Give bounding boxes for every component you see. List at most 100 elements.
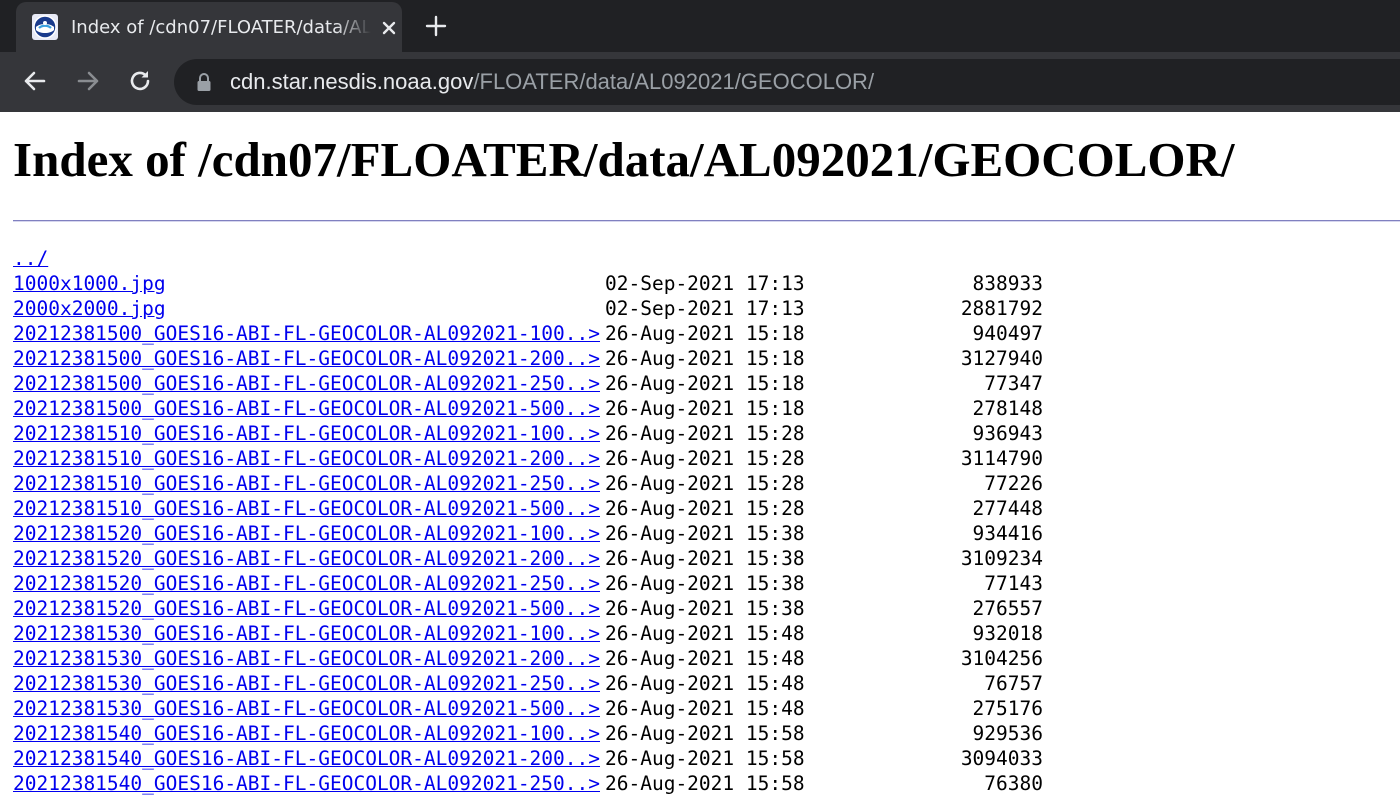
list-item: 20212381530_GOES16-ABI-FL-GEOCOLOR-AL092…: [13, 696, 1043, 721]
file-link[interactable]: 20212381520_GOES16-ABI-FL-GEOCOLOR-AL092…: [13, 546, 600, 571]
file-link[interactable]: 20212381520_GOES16-ABI-FL-GEOCOLOR-AL092…: [13, 521, 600, 546]
file-size: 3127940: [960, 347, 1043, 370]
file-link[interactable]: ../: [13, 246, 48, 271]
file-size: 277448: [972, 497, 1043, 520]
lock-icon[interactable]: [196, 72, 212, 92]
directory-listing: ../1000x1000.jpg 02-Sep-2021 17:13 838933 2…: [13, 246, 1043, 796]
file-link[interactable]: 20212381520_GOES16-ABI-FL-GEOCOLOR-AL092…: [13, 571, 600, 596]
list-item: 20212381520_GOES16-ABI-FL-GEOCOLOR-AL092…: [13, 546, 1043, 571]
list-item: 20212381510_GOES16-ABI-FL-GEOCOLOR-AL092…: [13, 471, 1043, 496]
file-size: 77226: [984, 472, 1043, 495]
noaa-logo-icon: [32, 14, 58, 40]
file-date: 26-Aug-2021 15:28: [605, 472, 805, 495]
file-size: 936943: [972, 422, 1043, 445]
file-link[interactable]: 20212381500_GOES16-ABI-FL-GEOCOLOR-AL092…: [13, 321, 600, 346]
file-date: 26-Aug-2021 15:38: [605, 547, 805, 570]
list-item: 20212381520_GOES16-ABI-FL-GEOCOLOR-AL092…: [13, 596, 1043, 621]
list-item: 20212381500_GOES16-ABI-FL-GEOCOLOR-AL092…: [13, 321, 1043, 346]
list-item: 20212381520_GOES16-ABI-FL-GEOCOLOR-AL092…: [13, 521, 1043, 546]
file-date: 26-Aug-2021 15:48: [605, 647, 805, 670]
address-bar[interactable]: cdn.star.nesdis.noaa.gov/FLOATER/data/AL…: [174, 59, 1400, 105]
list-item: 20212381520_GOES16-ABI-FL-GEOCOLOR-AL092…: [13, 571, 1043, 596]
list-item: 20212381530_GOES16-ABI-FL-GEOCOLOR-AL092…: [13, 621, 1043, 646]
file-link[interactable]: 20212381530_GOES16-ABI-FL-GEOCOLOR-AL092…: [13, 621, 600, 646]
file-link[interactable]: 20212381540_GOES16-ABI-FL-GEOCOLOR-AL092…: [13, 721, 600, 746]
list-item: 20212381500_GOES16-ABI-FL-GEOCOLOR-AL092…: [13, 371, 1043, 396]
file-date: 02-Sep-2021 17:13: [605, 297, 805, 320]
browser-toolbar: cdn.star.nesdis.noaa.gov/FLOATER/data/AL…: [0, 52, 1400, 112]
list-item: 2000x2000.jpg 02-Sep-2021 17:13 2881792: [13, 296, 1043, 321]
tab-strip: Index of /cdn07/FLOATER/data/AL092021/GE…: [0, 0, 1400, 52]
page-title: Index of /cdn07/FLOATER/data/AL092021/GE…: [13, 132, 1235, 187]
file-link[interactable]: 20212381530_GOES16-ABI-FL-GEOCOLOR-AL092…: [13, 696, 600, 721]
file-date: 26-Aug-2021 15:18: [605, 347, 805, 370]
file-link[interactable]: 20212381540_GOES16-ABI-FL-GEOCOLOR-AL092…: [13, 746, 600, 771]
list-item: 20212381500_GOES16-ABI-FL-GEOCOLOR-AL092…: [13, 346, 1043, 371]
list-item: 20212381510_GOES16-ABI-FL-GEOCOLOR-AL092…: [13, 421, 1043, 446]
url-path: /FLOATER/data/AL092021/GEOCOLOR/: [473, 69, 875, 94]
file-size: 932018: [972, 622, 1043, 645]
file-size: 76757: [984, 672, 1043, 695]
list-item: 20212381510_GOES16-ABI-FL-GEOCOLOR-AL092…: [13, 496, 1043, 521]
plus-icon[interactable]: [424, 14, 448, 38]
file-link[interactable]: 20212381530_GOES16-ABI-FL-GEOCOLOR-AL092…: [13, 671, 600, 696]
file-date: 26-Aug-2021 15:58: [605, 747, 805, 770]
file-size: 77347: [984, 372, 1043, 395]
arrow-left-icon[interactable]: [22, 68, 48, 94]
browser-chrome: Index of /cdn07/FLOATER/data/AL092021/GE…: [0, 0, 1400, 112]
list-item: 20212381530_GOES16-ABI-FL-GEOCOLOR-AL092…: [13, 671, 1043, 696]
list-item: 20212381540_GOES16-ABI-FL-GEOCOLOR-AL092…: [13, 721, 1043, 746]
file-size: 2881792: [960, 297, 1043, 320]
file-size: 278148: [972, 397, 1043, 420]
file-date: 02-Sep-2021 17:13: [605, 272, 805, 295]
list-item: 20212381530_GOES16-ABI-FL-GEOCOLOR-AL092…: [13, 646, 1043, 671]
file-link[interactable]: 2000x2000.jpg: [13, 296, 166, 321]
file-date: 26-Aug-2021 15:28: [605, 497, 805, 520]
list-item: 20212381540_GOES16-ABI-FL-GEOCOLOR-AL092…: [13, 746, 1043, 771]
file-size: 3114790: [960, 447, 1043, 470]
file-link[interactable]: 20212381530_GOES16-ABI-FL-GEOCOLOR-AL092…: [13, 646, 600, 671]
file-size: 76380: [984, 772, 1043, 795]
file-date: 26-Aug-2021 15:48: [605, 697, 805, 720]
file-date: 26-Aug-2021 15:48: [605, 672, 805, 695]
file-link[interactable]: 20212381540_GOES16-ABI-FL-GEOCOLOR-AL092…: [13, 771, 600, 796]
file-size: 929536: [972, 722, 1043, 745]
file-link[interactable]: 20212381500_GOES16-ABI-FL-GEOCOLOR-AL092…: [13, 346, 600, 371]
list-item: 1000x1000.jpg 02-Sep-2021 17:13 838933: [13, 271, 1043, 296]
file-link[interactable]: 20212381500_GOES16-ABI-FL-GEOCOLOR-AL092…: [13, 371, 600, 396]
file-link[interactable]: 20212381510_GOES16-ABI-FL-GEOCOLOR-AL092…: [13, 496, 600, 521]
list-item: 20212381510_GOES16-ABI-FL-GEOCOLOR-AL092…: [13, 446, 1043, 471]
close-icon[interactable]: [378, 17, 400, 39]
file-date: 26-Aug-2021 15:18: [605, 397, 805, 420]
reload-icon[interactable]: [127, 68, 153, 94]
file-link[interactable]: 1000x1000.jpg: [13, 271, 166, 296]
url-text: cdn.star.nesdis.noaa.gov/FLOATER/data/AL…: [230, 70, 874, 94]
file-date: 26-Aug-2021 15:58: [605, 772, 805, 795]
arrow-right-icon[interactable]: [75, 68, 101, 94]
file-date: 26-Aug-2021 15:28: [605, 422, 805, 445]
file-link[interactable]: 20212381520_GOES16-ABI-FL-GEOCOLOR-AL092…: [13, 596, 600, 621]
file-size: 3104256: [960, 647, 1043, 670]
file-link[interactable]: 20212381510_GOES16-ABI-FL-GEOCOLOR-AL092…: [13, 446, 600, 471]
file-date: 26-Aug-2021 15:28: [605, 447, 805, 470]
file-size: 934416: [972, 522, 1043, 545]
browser-tab[interactable]: Index of /cdn07/FLOATER/data/AL092021/GE…: [16, 2, 402, 52]
file-date: 26-Aug-2021 15:38: [605, 597, 805, 620]
file-size: 838933: [972, 272, 1043, 295]
tab-title: Index of /cdn07/FLOATER/data/AL092021/GE…: [71, 17, 371, 38]
file-date: 26-Aug-2021 15:38: [605, 522, 805, 545]
file-date: 26-Aug-2021 15:58: [605, 722, 805, 745]
file-size: 3094033: [960, 747, 1043, 770]
file-link[interactable]: 20212381500_GOES16-ABI-FL-GEOCOLOR-AL092…: [13, 396, 600, 421]
file-date: 26-Aug-2021 15:18: [605, 372, 805, 395]
horizontal-rule: [13, 220, 1400, 222]
file-size: 276557: [972, 597, 1043, 620]
file-size: 940497: [972, 322, 1043, 345]
file-link[interactable]: 20212381510_GOES16-ABI-FL-GEOCOLOR-AL092…: [13, 471, 600, 496]
list-item: ../: [13, 246, 1043, 271]
file-size: 3109234: [960, 547, 1043, 570]
file-link[interactable]: 20212381510_GOES16-ABI-FL-GEOCOLOR-AL092…: [13, 421, 600, 446]
file-date: 26-Aug-2021 15:48: [605, 622, 805, 645]
file-size: 77143: [984, 572, 1043, 595]
url-host: cdn.star.nesdis.noaa.gov: [230, 69, 474, 94]
